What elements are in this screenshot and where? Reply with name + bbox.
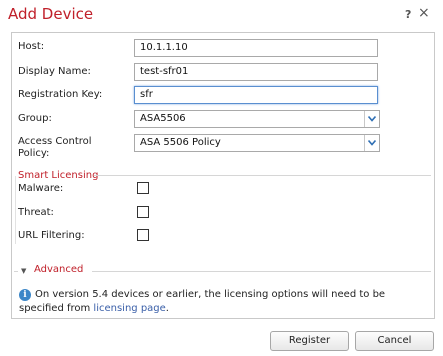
threat-label: Threat: xyxy=(18,207,54,218)
display-name-label: Display Name: xyxy=(18,66,91,77)
url-filtering-label: URL Filtering: xyxy=(18,230,85,241)
close-icon[interactable]: × xyxy=(418,5,430,21)
access-control-policy-label-line1: Access Control xyxy=(18,136,92,147)
host-label: Host: xyxy=(18,41,45,52)
advanced-divider-left xyxy=(14,271,18,272)
access-control-policy-select[interactable]: ASA 5506 Policy xyxy=(134,134,380,152)
group-select-value: ASA5506 xyxy=(140,113,186,124)
group-label: Group: xyxy=(18,113,52,124)
malware-label: Malware: xyxy=(18,183,64,194)
info-text-after: . xyxy=(165,303,169,314)
cancel-button[interactable]: Cancel xyxy=(355,331,434,351)
help-icon[interactable]: ? xyxy=(405,8,411,21)
licensing-page-link[interactable]: licensing page xyxy=(93,303,165,314)
form-panel: Host: 10.1.1.10 Display Name: test-sfr01… xyxy=(11,32,435,319)
access-control-policy-label-line2: Policy: xyxy=(18,148,50,159)
dialog-titlebar: Add Device ? × xyxy=(0,0,443,28)
host-input[interactable]: 10.1.1.10 xyxy=(134,39,378,57)
register-button[interactable]: Register xyxy=(270,331,349,351)
access-control-policy-value: ASA 5506 Policy xyxy=(140,137,221,148)
registration-key-input[interactable]: sfr xyxy=(134,86,378,104)
registration-key-label: Registration Key: xyxy=(18,89,103,100)
url-filtering-checkbox[interactable] xyxy=(137,229,149,241)
chevron-down-icon[interactable] xyxy=(364,135,379,151)
dialog-title: Add Device xyxy=(8,5,94,23)
info-message: On version 5.4 devices or earlier, the l… xyxy=(19,288,427,316)
collapse-arrow-icon[interactable]: ▼ xyxy=(21,267,26,275)
group-select[interactable]: ASA5506 xyxy=(134,110,380,128)
threat-checkbox[interactable] xyxy=(137,206,149,218)
display-name-input[interactable]: test-sfr01 xyxy=(134,63,378,81)
info-text-before: On version 5.4 devices or earlier, the l… xyxy=(19,289,386,314)
advanced-toggle[interactable]: Advanced xyxy=(34,264,83,275)
chevron-down-icon[interactable] xyxy=(364,111,379,127)
malware-checkbox[interactable] xyxy=(137,182,149,194)
advanced-divider-right xyxy=(92,271,431,272)
